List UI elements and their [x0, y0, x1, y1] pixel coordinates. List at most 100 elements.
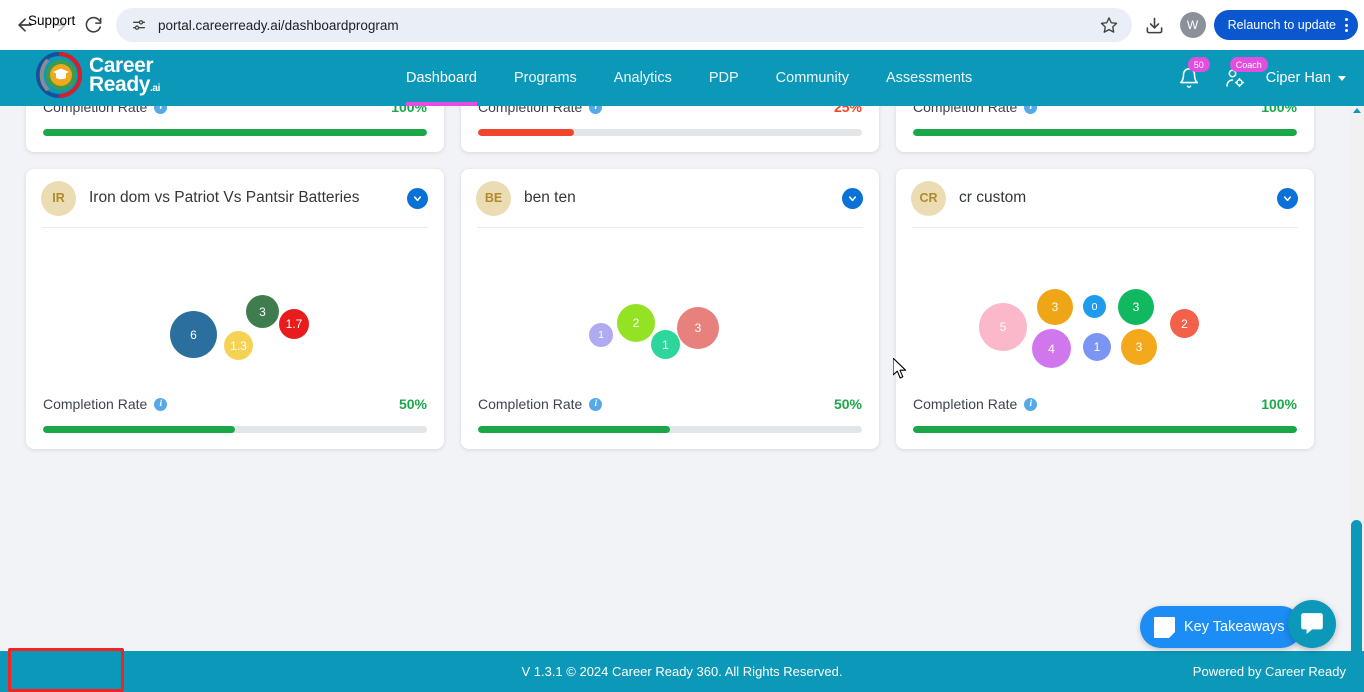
progress-fill	[913, 129, 1297, 136]
nav-item-pdp[interactable]: PDP	[709, 50, 739, 106]
careerready-logo[interactable]: Career Ready.ai	[36, 52, 160, 98]
notifications-button[interactable]: 50	[1172, 61, 1206, 95]
bubble[interactable]: 1	[1083, 333, 1111, 361]
bubble[interactable]: 1.7	[279, 309, 309, 339]
info-icon[interactable]: i	[1024, 106, 1037, 114]
completion-rate-value: 100%	[1261, 396, 1297, 412]
bubble-chart: 63 1.3 1.7	[26, 228, 444, 391]
bubble-chart: 1213	[461, 228, 879, 391]
bubble[interactable]: 3	[677, 307, 719, 349]
support-button[interactable]: Support	[12, 0, 91, 41]
completion-rate-text: Completion Rate	[478, 396, 582, 412]
relaunch-to-update-button[interactable]: Relaunch to update	[1214, 10, 1358, 40]
user-name-label: Ciper Han	[1266, 70, 1331, 86]
bubble[interactable]: 6	[170, 311, 217, 358]
progress-fill	[43, 129, 427, 136]
browser-toolbar: portal.careerready.ai/dashboardprogram W…	[0, 0, 1364, 50]
completion-rate-row: Completion Rate i 50%	[461, 391, 879, 417]
expand-chevron-icon[interactable]	[842, 188, 863, 209]
bubble[interactable]: 4	[1032, 329, 1071, 368]
document-icon	[1154, 617, 1175, 638]
completion-rate-text: Completion Rate	[478, 106, 582, 115]
completion-rate-label: Completion Rate i	[478, 396, 602, 412]
mouse-cursor	[893, 358, 908, 385]
bubble[interactable]: 1	[589, 323, 613, 347]
program-card[interactable]: 81123 Completion Rate i 100%	[26, 106, 444, 152]
completion-rate-value: 50%	[399, 396, 427, 412]
bubble[interactable]: 3	[1037, 289, 1073, 325]
info-icon[interactable]: i	[154, 398, 167, 411]
nav-item-community[interactable]: Community	[776, 50, 849, 106]
expand-chevron-icon[interactable]	[1277, 188, 1298, 209]
info-icon[interactable]: i	[589, 106, 602, 114]
bubble[interactable]: 3	[1118, 289, 1154, 325]
completion-rate-row: Completion Rate i 100%	[896, 106, 1314, 120]
completion-rate-label: Completion Rate i	[913, 396, 1037, 412]
key-takeaways-button[interactable]: Key Takeaways	[1140, 606, 1302, 648]
download-icon[interactable]	[1140, 10, 1170, 40]
progress-track	[43, 129, 427, 136]
completion-rate-text: Completion Rate	[43, 396, 147, 412]
footer-copyright: V 1.3.1 © 2024 Career Ready 360. All Rig…	[0, 664, 1364, 679]
support-highlight-box	[8, 648, 124, 692]
completion-rate-row: Completion Rate i 50%	[26, 391, 444, 417]
info-icon[interactable]: i	[154, 106, 167, 114]
program-cards-grid: 81123 Completion Rate i 100%	[26, 106, 1314, 466]
site-settings-icon[interactable]	[130, 16, 148, 34]
card-header: CR cr custom	[896, 169, 1314, 227]
bubble[interactable]: 3	[1121, 329, 1157, 365]
bubble-chart: 53032413	[896, 228, 1314, 391]
expand-chevron-icon[interactable]	[407, 188, 428, 209]
coach-button[interactable]: Coach	[1218, 61, 1252, 95]
program-card[interactable]: IR Iron dom vs Patriot Vs Pantsir Batter…	[26, 169, 444, 449]
scrollbar-thumb[interactable]	[1351, 520, 1362, 660]
dashboard-content: 81123 Completion Rate i 100%	[0, 106, 1364, 651]
card-row-1: 81123 Completion Rate i 100%	[26, 106, 1314, 152]
progress-fill	[478, 426, 670, 433]
bubble[interactable]: 3	[246, 295, 279, 328]
nav-item-dashboard[interactable]: Dashboard	[406, 50, 477, 106]
scroll-up-arrow-icon[interactable]	[1353, 108, 1361, 113]
bubble[interactable]: 1	[651, 330, 680, 359]
progress-fill	[43, 426, 235, 433]
bubble[interactable]: 1.3	[224, 331, 253, 360]
nav-item-analytics[interactable]: Analytics	[614, 50, 672, 106]
nav-item-assessments[interactable]: Assessments	[886, 50, 972, 106]
completion-rate-text: Completion Rate	[43, 106, 147, 115]
info-icon[interactable]: i	[589, 398, 602, 411]
card-title: cr custom	[959, 189, 1277, 207]
completion-rate-label: Completion Rate i	[43, 396, 167, 412]
completion-rate-label: Completion Rate i	[478, 106, 602, 115]
profile-avatar[interactable]: W	[1180, 12, 1206, 38]
logo-suffix: .ai	[150, 83, 160, 94]
nav-item-programs[interactable]: Programs	[514, 50, 577, 106]
progress-track	[43, 426, 427, 433]
chat-fab-button[interactable]	[1288, 600, 1336, 648]
chevron-down-icon	[1338, 76, 1346, 81]
address-bar[interactable]: portal.careerready.ai/dashboardprogram	[116, 8, 1132, 42]
progress-track	[913, 129, 1297, 136]
bubble[interactable]: 2	[1170, 309, 1199, 338]
avatar: IR	[41, 181, 76, 216]
url-text[interactable]: portal.careerready.ai/dashboardprogram	[158, 18, 1098, 33]
program-card[interactable]: 4770 Completion Rate i 100%	[896, 106, 1314, 152]
star-icon[interactable]	[1098, 14, 1120, 36]
header-right-cluster: 50 Coach Ciper Han	[1172, 50, 1346, 106]
bubble[interactable]: 0	[1083, 295, 1106, 318]
progress-fill	[478, 129, 574, 136]
completion-rate-value: 100%	[1261, 106, 1297, 115]
user-menu[interactable]: Ciper Han	[1266, 70, 1346, 86]
program-card[interactable]: BE ben ten 1213 Completion Rate i 50%	[461, 169, 879, 449]
kebab-menu-icon[interactable]	[1345, 18, 1348, 32]
footer-powered-by: Powered by Career Ready	[1193, 664, 1346, 679]
notification-count-badge: 50	[1188, 57, 1210, 72]
relaunch-label: Relaunch to update	[1228, 18, 1336, 32]
info-icon[interactable]: i	[1024, 398, 1037, 411]
program-card[interactable]: 2.72.72.70 Completion Rate i 25%	[461, 106, 879, 152]
completion-rate-row: Completion Rate i 100%	[26, 106, 444, 120]
logo-mark-icon	[36, 52, 82, 98]
program-card[interactable]: CR cr custom 53032413 Completion Rate i …	[896, 169, 1314, 449]
bubble[interactable]: 5	[979, 303, 1027, 351]
bubble[interactable]: 2	[617, 304, 655, 342]
card-header: IR Iron dom vs Patriot Vs Pantsir Batter…	[26, 169, 444, 227]
